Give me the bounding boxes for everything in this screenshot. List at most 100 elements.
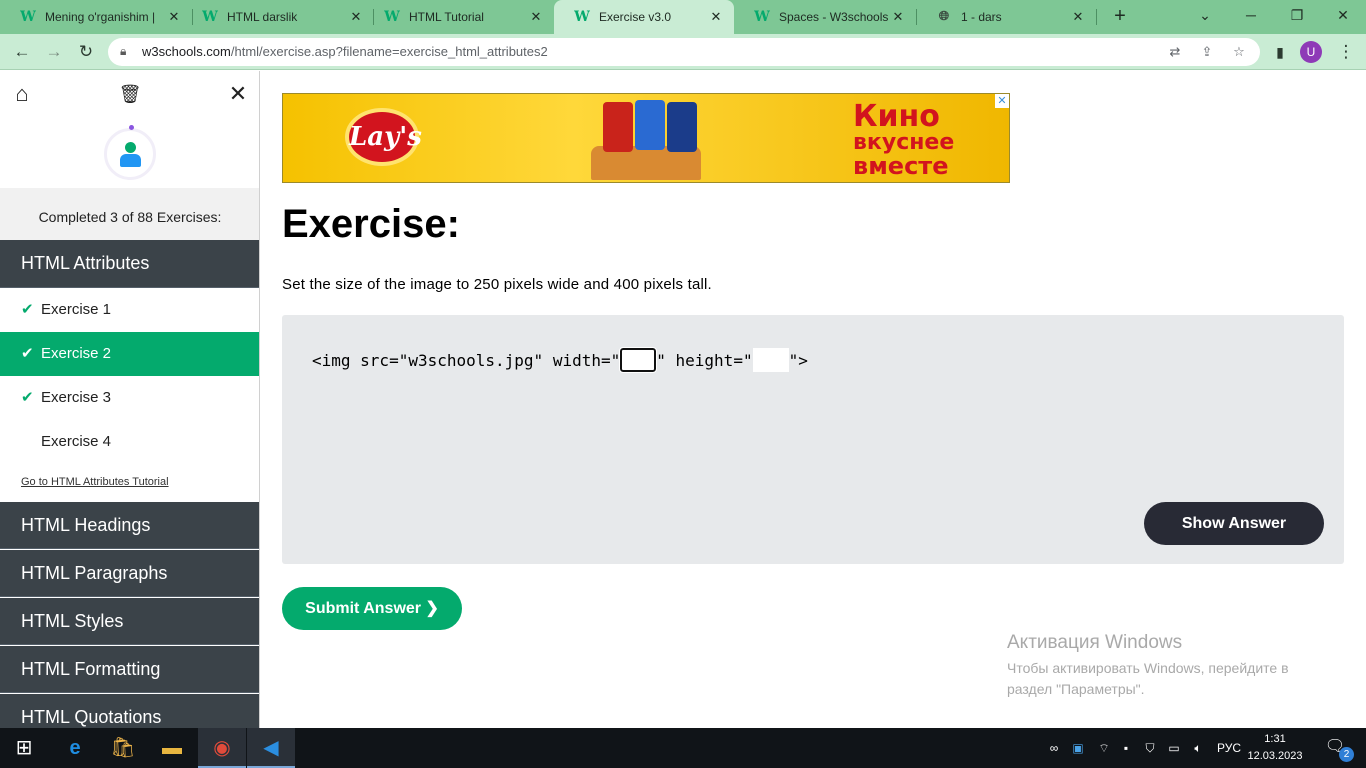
- w3schools-icon: W: [202, 9, 218, 25]
- exercise-sidebar: ⌂ 🗑︎ ✕ Completed 3 of 88 Exercises: HTML…: [0, 71, 260, 728]
- reload-icon[interactable]: ↻: [74, 40, 98, 64]
- category-html-headings[interactable]: HTML Headings: [0, 502, 259, 549]
- security-shield-icon[interactable]: ⛉: [1140, 728, 1160, 768]
- tab-title: HTML Tutorial: [409, 10, 484, 24]
- exercise-item[interactable]: ✔ Exercise 3: [0, 376, 259, 420]
- tab-title: Exercise v3.0: [599, 10, 672, 24]
- forward-icon[interactable]: →: [42, 40, 66, 64]
- clock-date: 12.03.2023: [1247, 750, 1303, 762]
- ad-banner[interactable]: Lay's Кино вкуснее вместе ✕: [282, 93, 1010, 183]
- clock[interactable]: 1:31 12.03.2023: [1245, 731, 1305, 765]
- chips-bag-image: [667, 102, 697, 152]
- language-indicator[interactable]: РУС: [1212, 728, 1246, 768]
- ad-headline-line: вкуснее: [853, 130, 955, 155]
- submit-answer-button[interactable]: Submit Answer ❯: [282, 587, 462, 630]
- lays-logo: Lay's: [345, 108, 422, 166]
- minimize-icon[interactable]: ─: [1228, 0, 1274, 30]
- close-icon[interactable]: ✕: [890, 9, 906, 25]
- tab-search-chevron-icon[interactable]: ⌄: [1182, 0, 1228, 30]
- exercise-item-active[interactable]: ✔ Exercise 2: [0, 332, 259, 376]
- tutorial-link[interactable]: Go to HTML Attributes Tutorial: [21, 476, 169, 488]
- notification-badge: 2: [1339, 747, 1354, 762]
- category-html-attributes[interactable]: HTML Attributes: [0, 240, 259, 288]
- ad-headline: Кино вкуснее вместе: [853, 99, 955, 179]
- ad-headline-line: Кино: [853, 99, 940, 134]
- profile-avatar[interactable]: U: [1300, 41, 1322, 63]
- code-text: ">: [788, 350, 808, 370]
- close-icon[interactable]: ✕: [708, 9, 724, 25]
- user-avatar-icon[interactable]: [104, 125, 156, 180]
- battery-icon[interactable]: ▭: [1164, 728, 1184, 768]
- exercise-item[interactable]: Exercise 4: [0, 420, 259, 464]
- show-answer-button[interactable]: Show Answer: [1144, 502, 1324, 545]
- width-input[interactable]: [619, 347, 658, 373]
- ad-close-icon[interactable]: ✕: [995, 94, 1009, 108]
- browser-toolbar: ← → ↻ 🔒︎ w3schools.com/html/exercise.asp…: [0, 34, 1366, 70]
- browser-tab[interactable]: W Mening o'rganishim | ✕: [0, 0, 192, 34]
- url-text[interactable]: w3schools.com/html/exercise.asp?filename…: [142, 38, 548, 66]
- exercise-code-box: <img src="w3schools.jpg" width=" " height…: [282, 315, 1344, 564]
- menu-kebab-icon[interactable]: ⋮: [1334, 40, 1358, 64]
- page-title: Exercise:: [282, 202, 460, 246]
- restore-icon[interactable]: ❐: [1274, 0, 1320, 30]
- progress-text: Completed 3 of 88 Exercises:: [0, 188, 259, 240]
- app-tray-icon[interactable]: ▣: [1068, 728, 1088, 768]
- globe-icon: 🌐︎: [938, 9, 950, 24]
- browser-tab[interactable]: W Spaces - W3schools ✕: [734, 0, 916, 34]
- w3schools-icon: W: [574, 9, 590, 25]
- browser-tab[interactable]: 🌐︎ 1 - dars ✕: [916, 0, 1096, 34]
- edge-icon[interactable]: e: [51, 728, 99, 768]
- new-tab-button[interactable]: +: [1108, 4, 1132, 28]
- exercise-label: Exercise 4: [41, 433, 112, 450]
- browser-tab-active[interactable]: W Exercise v3.0 ✕: [554, 0, 734, 34]
- sidebar-toolbar: ⌂ 🗑︎ ✕: [0, 71, 259, 117]
- close-icon[interactable]: ✕: [225, 81, 251, 107]
- exercise-instruction: Set the size of the image to 250 pixels …: [282, 276, 712, 293]
- avatar-head: [125, 142, 136, 153]
- bookmark-star-icon[interactable]: ☆: [1230, 43, 1248, 61]
- exercise-label: Exercise 2: [41, 345, 112, 362]
- share-icon[interactable]: ⇪: [1198, 43, 1216, 61]
- category-html-formatting[interactable]: HTML Formatting: [0, 646, 259, 693]
- height-input[interactable]: [752, 348, 789, 372]
- link-icon[interactable]: ∞: [1044, 728, 1064, 768]
- trash-icon[interactable]: 🗑︎: [117, 81, 143, 107]
- category-html-paragraphs[interactable]: HTML Paragraphs: [0, 550, 259, 597]
- volume-icon[interactable]: 🔈︎: [1188, 728, 1208, 768]
- w3schools-icon: W: [384, 9, 400, 25]
- vscode-icon[interactable]: ◀: [247, 728, 295, 768]
- tab-title: HTML darslik: [227, 10, 298, 24]
- watermark-line: Чтобы активировать Windows, перейдите в: [1007, 660, 1289, 676]
- tab-title: 1 - dars: [961, 10, 1002, 24]
- window-close-icon[interactable]: ✕: [1320, 0, 1366, 30]
- lock-icon[interactable]: 🔒︎: [120, 44, 126, 59]
- close-icon[interactable]: ✕: [528, 9, 544, 25]
- notification-center-icon[interactable]: 🗨︎ 2: [1322, 736, 1354, 762]
- browser-tab[interactable]: W HTML Tutorial ✕: [364, 0, 554, 34]
- file-explorer-icon[interactable]: ▬: [148, 728, 196, 768]
- browser-tab[interactable]: W HTML darslik ✕: [182, 0, 374, 34]
- exercise-item[interactable]: ✔ Exercise 1: [0, 288, 259, 332]
- translate-icon[interactable]: ⇄: [1166, 43, 1184, 61]
- chrome-icon[interactable]: ◉: [198, 728, 246, 768]
- home-icon[interactable]: ⌂: [9, 81, 35, 107]
- tab-separator: [1096, 9, 1097, 25]
- store-icon[interactable]: 🛍︎: [99, 728, 147, 768]
- clock-time: 1:31: [1264, 733, 1286, 745]
- network-icon[interactable]: ⌔: [1094, 728, 1114, 768]
- category-html-styles[interactable]: HTML Styles: [0, 598, 259, 645]
- close-icon[interactable]: ✕: [166, 9, 182, 25]
- checkmark-icon: ✔: [21, 389, 34, 406]
- avatar-body: [120, 154, 141, 167]
- windows-start-icon[interactable]: ⊞: [0, 728, 48, 768]
- url-host: w3schools.com: [142, 44, 231, 59]
- windows-taskbar: ⊞ e 🛍︎ ▬ ◉ ◀ ∞ ▣ ⌔ ▪ ⛉ ▭ 🔈︎ РУС 1:31 12.…: [0, 728, 1366, 768]
- back-icon[interactable]: ←: [10, 40, 34, 64]
- device-icon[interactable]: ▪: [1116, 728, 1136, 768]
- category-html-quotations[interactable]: HTML Quotations: [0, 694, 259, 728]
- close-icon[interactable]: ✕: [348, 9, 364, 25]
- side-panel-icon[interactable]: ▮: [1268, 40, 1292, 64]
- close-icon[interactable]: ✕: [1070, 9, 1086, 25]
- exercise-label: Exercise 3: [41, 389, 112, 406]
- address-bar[interactable]: 🔒︎ w3schools.com/html/exercise.asp?filen…: [108, 38, 1260, 66]
